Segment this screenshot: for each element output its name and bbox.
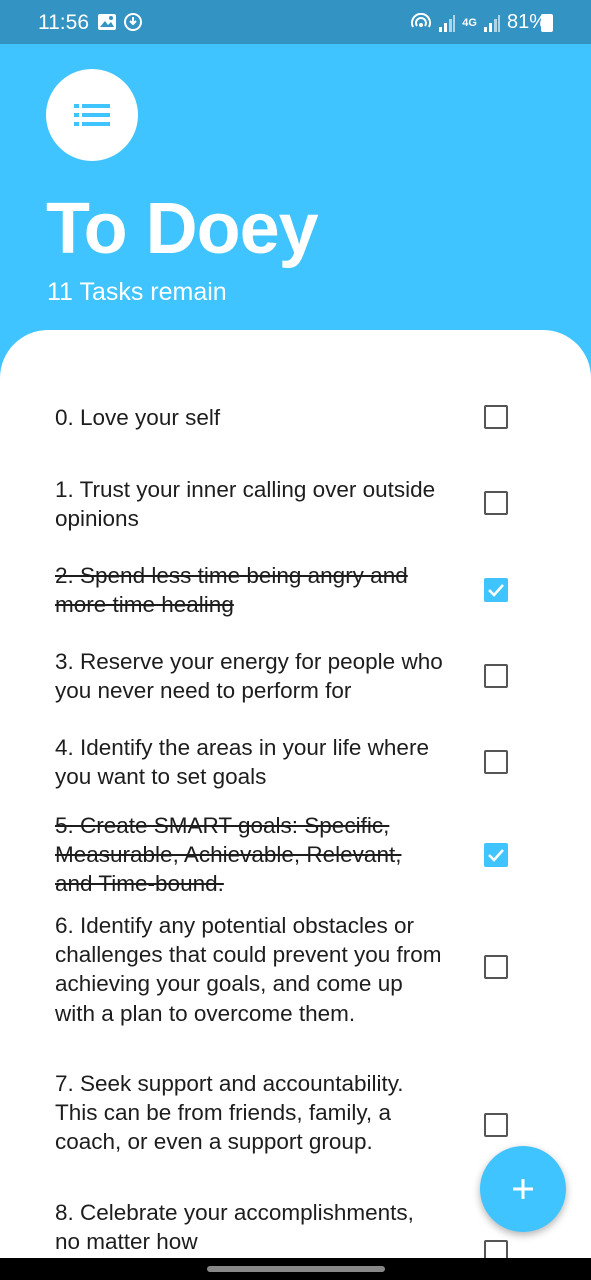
menu-button[interactable] (46, 69, 138, 161)
check-icon (488, 584, 504, 597)
task-item-8[interactable]: 8. Celebrate your accomplishments, no ma… (55, 1198, 445, 1256)
add-task-button[interactable] (480, 1146, 566, 1232)
image-icon (98, 14, 116, 30)
task-checkbox-4[interactable] (484, 750, 508, 774)
notification-icon (124, 13, 142, 31)
network-type: 4G (462, 16, 477, 29)
signal-icon (439, 14, 456, 32)
app-title: To Doey (46, 189, 319, 269)
task-item-7[interactable]: 7. Seek support and accountability. This… (55, 1069, 445, 1157)
task-item-5[interactable]: 5. Create SMART goals: Specific, Measura… (55, 811, 445, 899)
task-checkbox-3[interactable] (484, 664, 508, 688)
home-handle[interactable] (207, 1266, 385, 1272)
task-item-2[interactable]: 2. Spend less time being angry and more … (55, 561, 445, 619)
task-item-3[interactable]: 3. Reserve your energy for people who yo… (55, 647, 445, 705)
status-time: 11:56 (38, 11, 89, 34)
list-icon (74, 104, 110, 126)
task-item-6[interactable]: 6. Identify any potential obstacles or c… (55, 911, 445, 1028)
task-item-1[interactable]: 1. Trust your inner calling over outside… (55, 475, 445, 533)
task-checkbox-1[interactable] (484, 491, 508, 515)
tasks-remaining: 11 Tasks remain (47, 278, 227, 306)
task-checkbox-5[interactable] (484, 843, 508, 867)
task-item-0[interactable]: 0. Love your self (55, 403, 445, 432)
task-checkbox-0[interactable] (484, 405, 508, 429)
task-checkbox-8[interactable] (484, 1240, 508, 1258)
task-checkbox-6[interactable] (484, 955, 508, 979)
hotspot-icon (411, 12, 432, 27)
status-bar: 11:56 4G 81% (0, 0, 591, 44)
check-icon (488, 849, 504, 862)
task-checkbox-2[interactable] (484, 578, 508, 602)
plus-icon (513, 1179, 533, 1199)
signal-icon-2 (483, 14, 500, 32)
task-list[interactable]: 0. Love your self 1. Trust your inner ca… (0, 330, 591, 1258)
task-checkbox-7[interactable] (484, 1113, 508, 1137)
task-item-4[interactable]: 4. Identify the areas in your life where… (55, 733, 445, 791)
battery-icon (541, 14, 553, 32)
